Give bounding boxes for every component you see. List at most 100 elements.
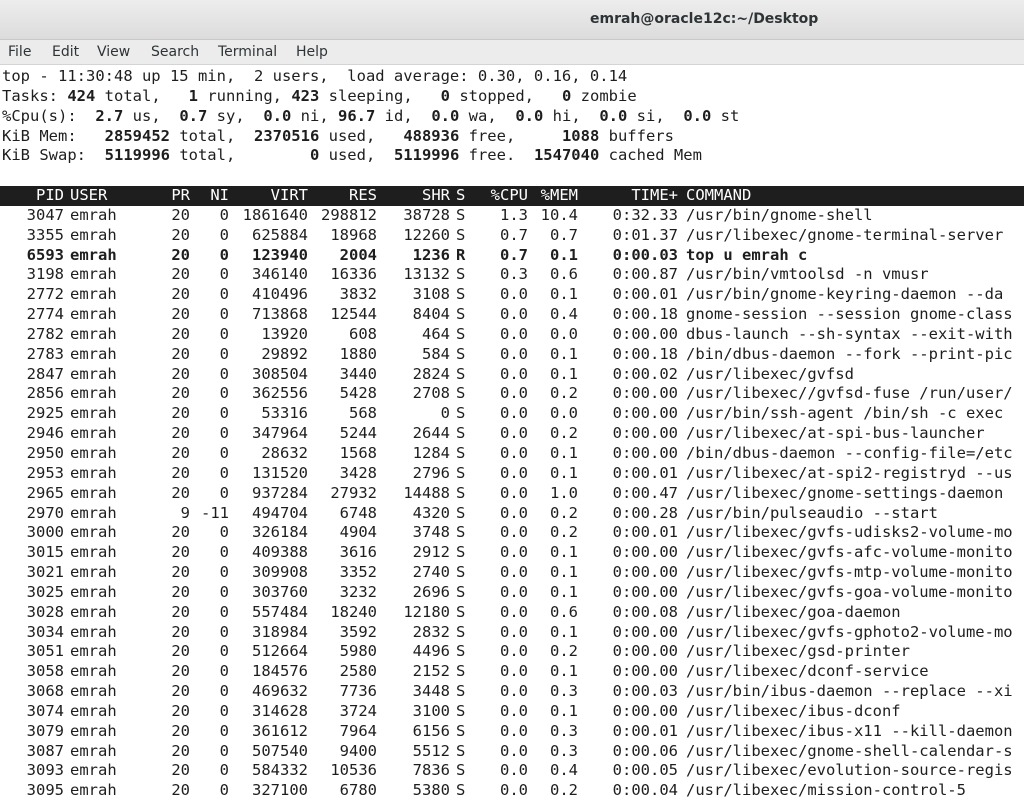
cell-command: /usr/libexec/gnome-shell-calendar-s bbox=[686, 741, 1013, 760]
menu-help[interactable]: Help bbox=[296, 44, 328, 60]
table-row: 3015 emrah 20 0 409388 3616 2912 S 0.0 0.1 0:00.00… bbox=[0, 543, 1024, 563]
summary-text: KiB Swap: bbox=[2, 146, 105, 165]
cell-state: S bbox=[456, 523, 466, 542]
table-row: 3074 emrah 20 0 314628 3724 3100 S 0.0 0.1 0:00.00… bbox=[0, 702, 1024, 722]
cell-state: S bbox=[456, 324, 466, 343]
cell-user: emrah bbox=[70, 563, 117, 582]
menu-file[interactable]: File bbox=[8, 44, 31, 60]
cell-user: emrah bbox=[70, 602, 117, 621]
cell-pid: 3028 bbox=[26, 602, 64, 621]
cell-shr: 0 bbox=[440, 404, 450, 423]
cell-shr: 6156 bbox=[412, 721, 450, 740]
summary-value: 1547040 bbox=[533, 146, 600, 165]
cell-state: S bbox=[456, 721, 466, 740]
cell-virt: 1861640 bbox=[242, 205, 308, 224]
cell-shr: 1236 bbox=[412, 245, 450, 264]
cell-cpu: 0.0 bbox=[500, 582, 528, 601]
cell-state: S bbox=[456, 682, 466, 701]
cell-pid: 2774 bbox=[26, 305, 64, 324]
cell-time: 0:00.00 bbox=[612, 424, 678, 443]
summary-text: buffers bbox=[599, 126, 674, 145]
summary-text: sleeping, bbox=[319, 86, 441, 105]
cell-state: S bbox=[456, 642, 466, 661]
cell-res: 608 bbox=[349, 324, 377, 343]
cell-mem: 0.1 bbox=[550, 245, 578, 264]
summary-value: 2859452 bbox=[104, 126, 170, 145]
cell-virt: 28632 bbox=[261, 443, 308, 462]
cell-shr: 2152 bbox=[412, 662, 450, 681]
cell-state: S bbox=[456, 701, 466, 720]
cell-cpu: 0.0 bbox=[500, 364, 528, 383]
summary-text: used, bbox=[319, 126, 404, 145]
cell-command: /usr/libexec/at-spi-bus-launcher bbox=[686, 424, 985, 443]
column-header-state: S bbox=[456, 186, 466, 204]
cell-user: emrah bbox=[70, 503, 117, 522]
summary-value: 0.0 bbox=[431, 106, 460, 125]
cell-state: S bbox=[456, 225, 466, 244]
cell-shr: 7836 bbox=[412, 761, 450, 780]
table-row: 2782 emrah 20 0 13920 608 464 S 0.0 0.0 0:00.00 dbu… bbox=[0, 325, 1024, 345]
cell-virt: 326184 bbox=[252, 523, 308, 542]
summary-line: KiB Swap: 5119996 total, 0 used, 5119996… bbox=[2, 146, 1024, 166]
cell-virt: 308504 bbox=[252, 364, 308, 383]
summary-text: top - 11:30:48 up 15 min, 2 users, load … bbox=[2, 67, 628, 85]
table-row: 3047 emrah 20 0 1861640 298812 38728 S 1.3 10.4 0:… bbox=[0, 206, 1024, 226]
cell-virt: 131520 bbox=[252, 463, 308, 482]
table-row: 2925 emrah 20 0 53316 568 0 S 0.0 0.0 0:00.00/usr/… bbox=[0, 404, 1024, 424]
cell-shr: 38728 bbox=[403, 205, 450, 224]
summary-value: 424 bbox=[67, 86, 96, 105]
cell-state: S bbox=[456, 622, 466, 641]
menu-view[interactable]: View bbox=[97, 44, 130, 60]
cell-time: 0:00.18 bbox=[612, 305, 678, 324]
cell-virt: 184576 bbox=[252, 662, 308, 681]
cell-cpu: 0.0 bbox=[500, 721, 528, 740]
cell-time: 0:00.18 bbox=[612, 344, 678, 363]
cell-state: S bbox=[456, 741, 466, 760]
summary-line: top - 11:30:48 up 15 min, 2 users, load … bbox=[2, 67, 1024, 87]
cell-res: 1568 bbox=[339, 443, 377, 462]
summary-value: 1088 bbox=[561, 126, 600, 145]
cell-time: 0:00.01 bbox=[612, 285, 678, 304]
menu-edit[interactable]: Edit bbox=[52, 44, 79, 60]
cell-cpu: 0.0 bbox=[500, 622, 528, 641]
menu-search[interactable]: Search bbox=[151, 44, 199, 60]
cell-res: 3616 bbox=[339, 543, 377, 562]
cell-res: 2580 bbox=[339, 662, 377, 681]
cell-time: 0:00.01 bbox=[612, 463, 678, 482]
terminal-output[interactable]: top - 11:30:48 up 15 min, 2 users, load … bbox=[0, 67, 1024, 809]
cell-ni: 0 bbox=[219, 523, 229, 542]
cell-ni: 0 bbox=[219, 404, 229, 423]
window-titlebar[interactable]: emrah@oracle12c:~/Desktop bbox=[0, 0, 1024, 40]
cell-virt: 346140 bbox=[252, 265, 308, 284]
summary-value: 0 bbox=[440, 86, 450, 105]
cell-virt: 309908 bbox=[252, 563, 308, 582]
cell-ni: 0 bbox=[219, 245, 229, 264]
cell-shr: 2832 bbox=[412, 622, 450, 641]
cell-pid: 3015 bbox=[26, 543, 64, 562]
column-header-pid: PID bbox=[36, 186, 64, 204]
cell-time: 0:00.00 bbox=[612, 384, 678, 403]
cell-time: 0:00.03 bbox=[612, 245, 678, 264]
menu-terminal[interactable]: Terminal bbox=[218, 44, 277, 60]
table-row: 3058 emrah 20 0 184576 2580 2152 S 0.0 0.1 0:00.00… bbox=[0, 662, 1024, 682]
cell-res: 3592 bbox=[339, 622, 377, 641]
table-row: 3034 emrah 20 0 318984 3592 2832 S 0.0 0.1 0:00.00… bbox=[0, 623, 1024, 643]
cell-pid: 2965 bbox=[26, 483, 64, 502]
column-header-mem: %MEM bbox=[540, 186, 578, 204]
cell-res: 3832 bbox=[339, 285, 377, 304]
cell-user: emrah bbox=[70, 364, 117, 383]
cell-cpu: 0.0 bbox=[500, 424, 528, 443]
summary-text: id, bbox=[375, 106, 432, 125]
cell-command: gnome-session --session gnome-class bbox=[686, 305, 1013, 324]
summary-value: 0.0 bbox=[599, 106, 628, 125]
cell-res: 6748 bbox=[339, 503, 377, 522]
cell-pid: 3047 bbox=[26, 205, 64, 224]
cell-mem: 0.1 bbox=[550, 443, 578, 462]
cell-virt: 13920 bbox=[261, 324, 308, 343]
cell-ni: 0 bbox=[219, 265, 229, 284]
cell-res: 27932 bbox=[330, 483, 377, 502]
column-header-cpu: %CPU bbox=[490, 186, 528, 204]
cell-cpu: 0.0 bbox=[500, 741, 528, 760]
cell-shr: 2796 bbox=[412, 463, 450, 482]
table-row: 3068 emrah 20 0 469632 7736 3448 S 0.0 0.3 0:00.03… bbox=[0, 682, 1024, 702]
